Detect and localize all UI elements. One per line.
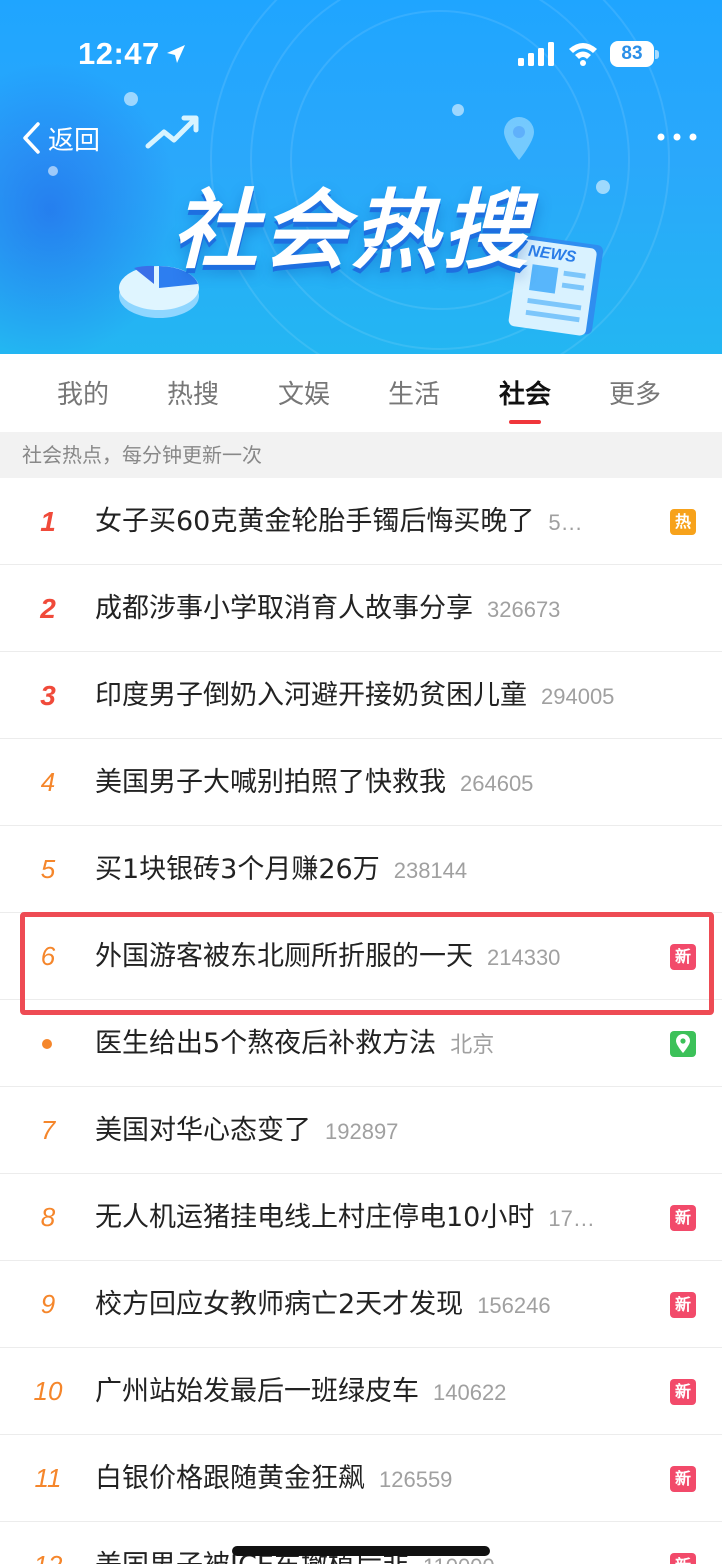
battery-icon: 83 xyxy=(610,41,659,67)
item-title: 女子买60克黄金轮胎手镯后悔买晚了 xyxy=(95,506,535,537)
item-text: 美国男子大喊别拍照了快救我 264605 xyxy=(95,739,655,826)
item-title: 白银价格跟随黄金狂飙 xyxy=(95,1463,365,1494)
item-text: 印度男子倒奶入河避开接奶贫困儿童 294005 xyxy=(95,652,655,739)
item-title: 无人机运猪挂电线上村庄停电10小时 xyxy=(95,1202,535,1233)
location-arrow-icon xyxy=(167,45,185,63)
item-text: 成都涉事小学取消育人故事分享 326673 xyxy=(95,565,655,652)
hot-badge: 热 xyxy=(670,509,696,535)
item-count: 140622 xyxy=(433,1380,507,1405)
item-text: 买1块银砖3个月赚26万 238144 xyxy=(95,826,655,913)
location-pin-icon xyxy=(670,1031,696,1057)
new-badge: 新 xyxy=(670,944,696,970)
rank-number: 5 xyxy=(40,854,56,884)
item-text: 白银价格跟随黄金狂飙 126559 xyxy=(95,1435,655,1522)
rank-number: 8 xyxy=(40,1202,56,1232)
item-title: 买1块银砖3个月赚26万 xyxy=(95,854,380,885)
item-text: 美国男子被ICE车撤植后非110000 xyxy=(95,1522,655,1564)
item-count: 156246 xyxy=(477,1293,551,1318)
more-options-icon[interactable] xyxy=(654,126,700,148)
item-title: 医生给出5个熬夜后补救方法 xyxy=(95,1028,437,1059)
item-count: 264605 xyxy=(460,771,534,796)
rank-number: 11 xyxy=(34,1463,62,1493)
rank-number: 4 xyxy=(40,767,56,797)
tab-more[interactable]: 更多 xyxy=(595,374,675,411)
list-item[interactable]: 8 无人机运猪挂电线上村庄停电10小时 17… 新 xyxy=(0,1174,722,1261)
list-item[interactable]: 4 美国男子大喊别拍照了快救我 264605 xyxy=(0,739,722,826)
list-item[interactable]: 10 广州站始发最后一班绿皮车 140622 新 xyxy=(0,1348,722,1435)
item-count: 17… xyxy=(548,1206,595,1231)
list-item[interactable]: 11 白银价格跟随黄金狂飙 126559 新 xyxy=(0,1435,722,1522)
new-badge: 新 xyxy=(670,1205,696,1231)
item-count: 294005 xyxy=(541,684,615,709)
rank-number: 6 xyxy=(40,941,56,971)
item-title: 广州站始发最后一班绿皮车 xyxy=(95,1376,419,1407)
item-title: 美国对华心态变了 xyxy=(95,1115,311,1146)
item-text: 医生给出5个熬夜后补救方法 北京 xyxy=(95,1000,655,1087)
active-tab-indicator xyxy=(509,420,541,424)
map-pin-icon xyxy=(504,117,534,160)
tab-hot[interactable]: 热搜 xyxy=(153,374,233,411)
home-indicator xyxy=(232,1546,490,1556)
new-badge: 新 xyxy=(670,1466,696,1492)
item-count: 214330 xyxy=(487,945,561,970)
category-tabs: 我的 热搜 文娱 生活 社会 更多 xyxy=(0,354,722,432)
tab-entertainment[interactable]: 文娱 xyxy=(264,374,344,411)
rank-number: 1 xyxy=(40,506,56,537)
list-item[interactable]: 医生给出5个熬夜后补救方法 北京 xyxy=(0,1000,722,1087)
wifi-icon xyxy=(569,43,597,66)
item-title: 成都涉事小学取消育人故事分享 xyxy=(95,593,473,624)
item-count: 192897 xyxy=(325,1119,399,1144)
item-title: 外国游客被东北厕所折服的一天 xyxy=(95,941,473,972)
tab-life[interactable]: 生活 xyxy=(374,374,454,411)
rank-dot xyxy=(42,1039,52,1049)
list-item[interactable]: 7 美国对华心态变了 192897 xyxy=(0,1087,722,1174)
back-button[interactable]: 返回 xyxy=(20,118,100,158)
new-badge: 新 xyxy=(670,1379,696,1405)
tab-society[interactable]: 社会 xyxy=(485,374,565,411)
rank-number: 3 xyxy=(40,680,56,711)
battery-level: 83 xyxy=(610,41,654,67)
new-badge: 新 xyxy=(670,1292,696,1318)
item-title: 美国男子大喊别拍照了快救我 xyxy=(95,767,446,798)
item-title: 印度男子倒奶入河避开接奶贫困儿童 xyxy=(95,680,527,711)
item-count: 北京 xyxy=(450,1032,495,1057)
page-title: 社会热搜 xyxy=(172,181,532,281)
update-notice: 社会热点，每分钟更新一次 xyxy=(0,432,722,478)
list-item[interactable]: 6 外国游客被东北厕所折服的一天 214330 新 xyxy=(0,913,722,1000)
trend-arrow-icon xyxy=(145,115,199,149)
rank-number: 9 xyxy=(40,1289,56,1319)
item-title: 校方回应女教师病亡2天才发现 xyxy=(95,1289,464,1320)
rank-number: 7 xyxy=(40,1115,56,1145)
item-text: 无人机运猪挂电线上村庄停电10小时 17… xyxy=(95,1174,655,1261)
item-count: 5… xyxy=(548,510,583,535)
item-count: 326673 xyxy=(487,597,561,622)
list-item[interactable]: 5 买1块银砖3个月赚26万 238144 xyxy=(0,826,722,913)
list-item[interactable]: 12 美国男子被ICE车撤植后非110000 新 xyxy=(0,1522,722,1564)
rank-number: 10 xyxy=(33,1376,63,1406)
item-count: 238144 xyxy=(393,858,468,883)
chevron-left-icon xyxy=(23,122,40,154)
rank-number: 12 xyxy=(28,1522,68,1564)
status-time: 12:47 xyxy=(78,36,160,71)
list-item[interactable]: 3 印度男子倒奶入河避开接奶贫困儿童 294005 xyxy=(0,652,722,739)
header-banner: 12:47 83 返回 NEWS 社会热搜 xyxy=(0,0,722,354)
item-text: 美国对华心态变了 192897 xyxy=(95,1087,655,1174)
new-badge: 新 xyxy=(670,1553,696,1564)
list-item[interactable]: 1 女子买60克黄金轮胎手镯后悔买晚了 5… 热 xyxy=(0,478,722,565)
item-count: 126559 xyxy=(379,1467,453,1492)
item-text: 广州站始发最后一班绿皮车 140622 xyxy=(95,1348,655,1435)
rank-number: 2 xyxy=(40,593,56,624)
item-text: 女子买60克黄金轮胎手镯后悔买晚了 5… xyxy=(95,478,655,565)
list-item[interactable]: 9 校方回应女教师病亡2天才发现 156246 新 xyxy=(0,1261,722,1348)
item-text: 校方回应女教师病亡2天才发现 156246 xyxy=(95,1261,655,1348)
signal-icon xyxy=(518,42,554,66)
list-item[interactable]: 2 成都涉事小学取消育人故事分享 326673 xyxy=(0,565,722,652)
item-text: 外国游客被东北厕所折服的一天 214330 xyxy=(95,913,655,1000)
back-label: 返回 xyxy=(48,125,101,156)
tab-mine[interactable]: 我的 xyxy=(43,374,123,411)
